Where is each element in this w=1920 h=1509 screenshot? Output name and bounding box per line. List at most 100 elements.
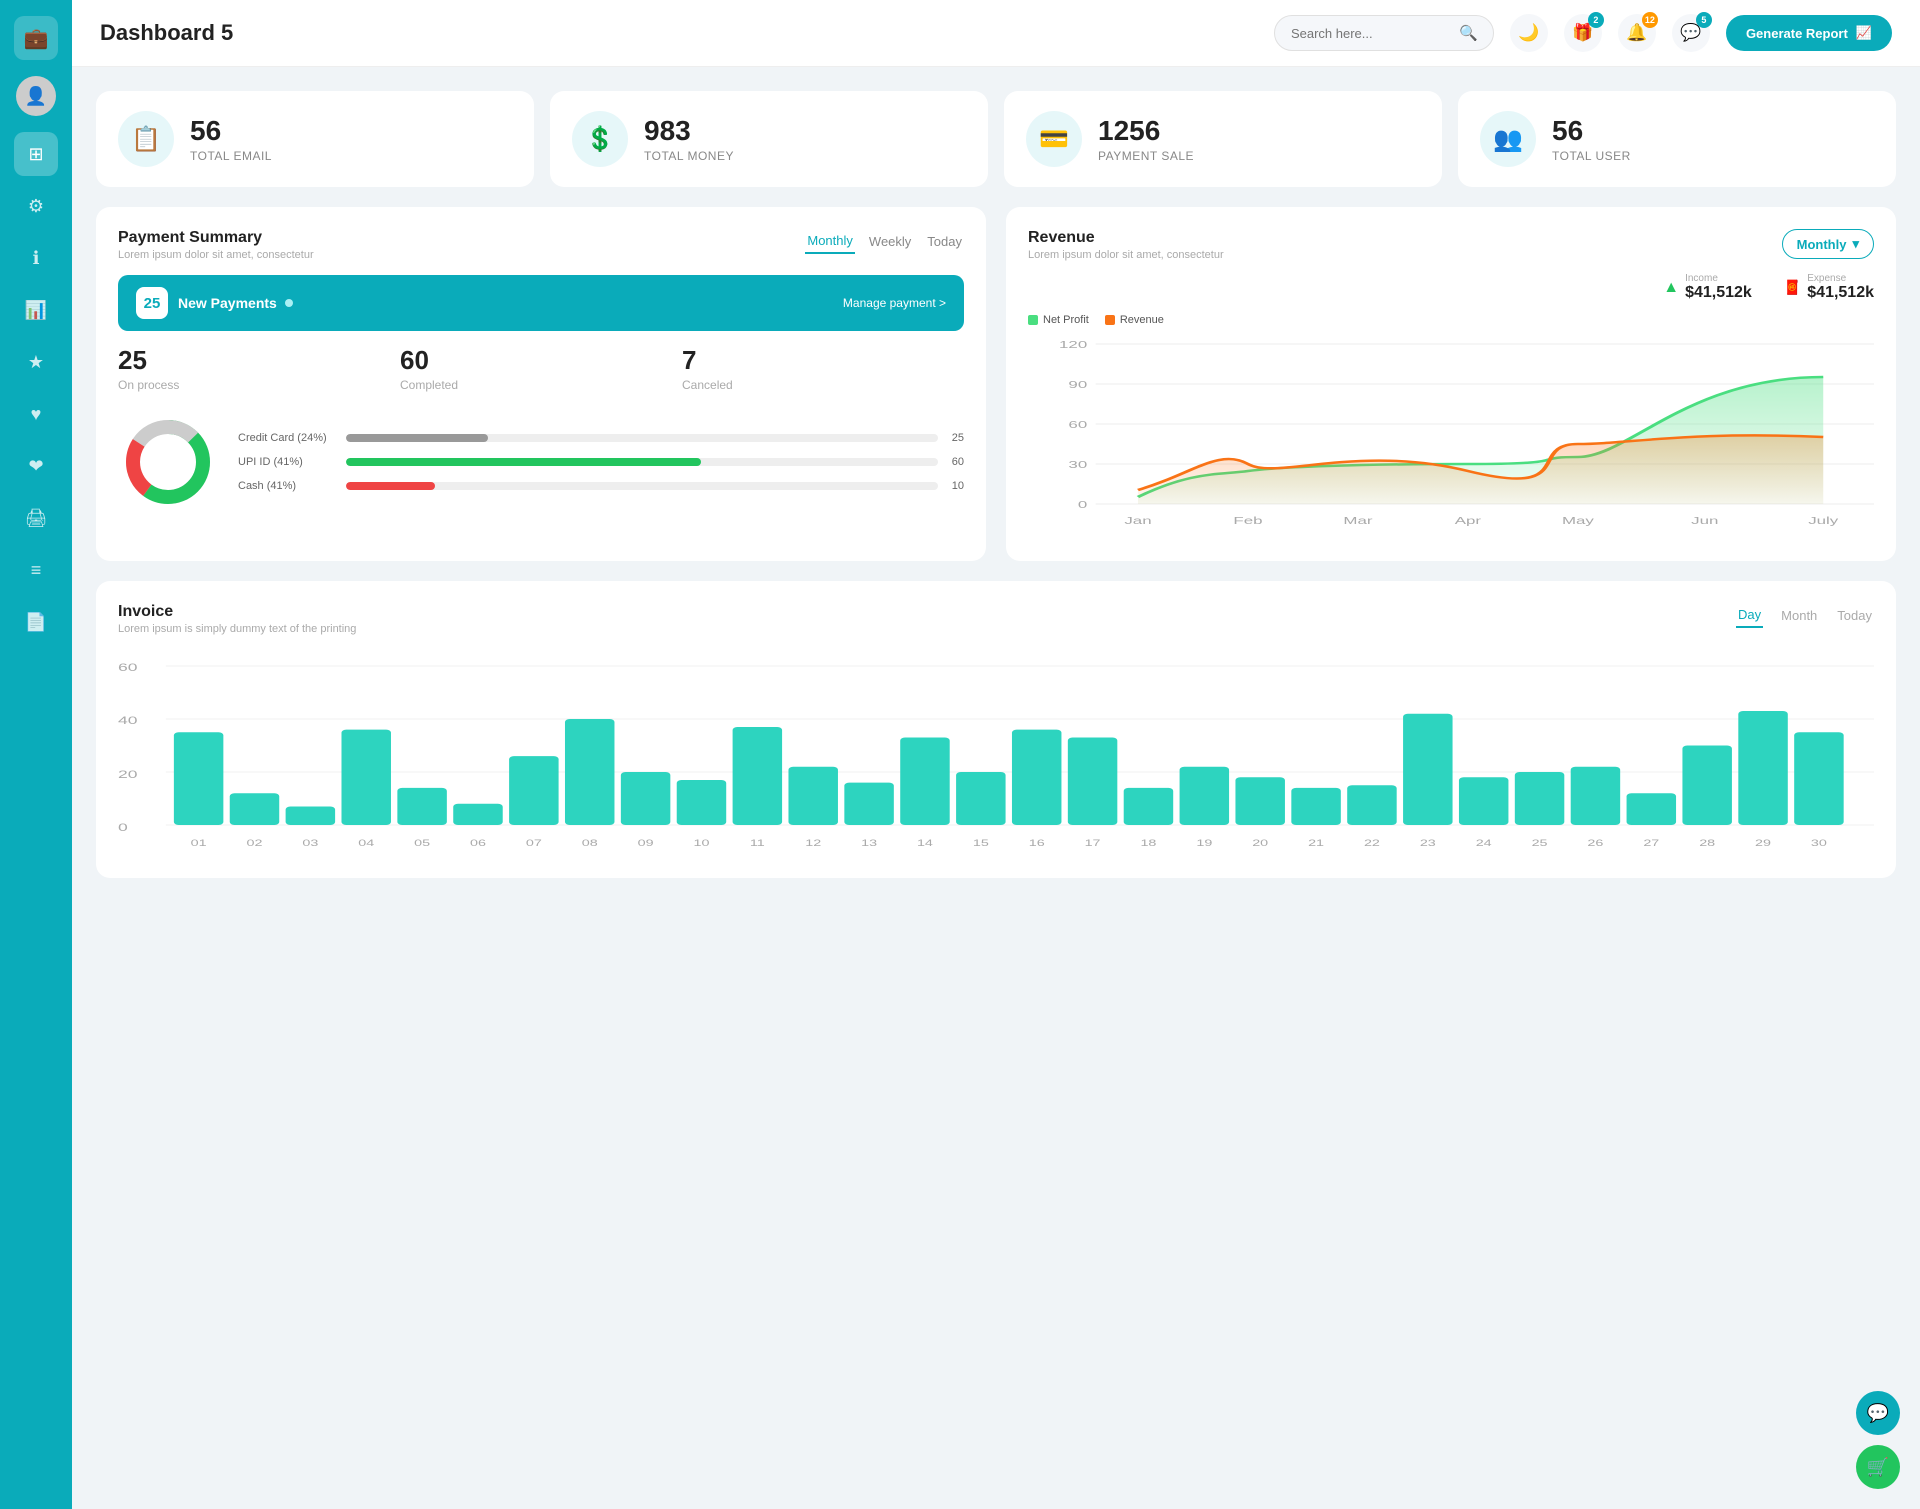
income-value: $41,512k (1685, 284, 1752, 302)
user-label: TOTAL USER (1552, 149, 1631, 163)
generate-report-button[interactable]: Generate Report 📈 (1726, 15, 1892, 51)
invoice-bar (1571, 767, 1620, 825)
revenue-chart-svg: 120 90 60 30 0 Jan Feb Mar Apr May Jun J… (1028, 334, 1874, 534)
support-float-btn[interactable]: 💬 (1856, 1391, 1900, 1435)
email-icon: 📋 (118, 111, 174, 167)
tab-monthly[interactable]: Monthly (805, 229, 855, 254)
legend-dot-revenue (1105, 315, 1115, 325)
sidebar-item-list[interactable]: ≡ (14, 548, 58, 592)
sidebar-item-settings[interactable]: ⚙ (14, 184, 58, 228)
cart-float-btn[interactable]: 🛒 (1856, 1445, 1900, 1489)
invoice-bar (1794, 732, 1843, 825)
invoice-bar (1012, 730, 1061, 825)
svg-text:15: 15 (973, 838, 989, 849)
stat-completed: 60 Completed (400, 345, 682, 392)
invoice-bar (900, 738, 949, 825)
sidebar-item-star[interactable]: ★ (14, 340, 58, 384)
chat-btn[interactable]: 💬 5 (1672, 14, 1710, 52)
revenue-monthly-dropdown[interactable]: Monthly ▾ (1782, 229, 1874, 259)
sidebar: 💼 👤 ⊞ ⚙ ℹ 📊 ★ ♥ ❤ 🖨 ≡ 📄 (0, 0, 72, 1509)
invoice-bar (1459, 777, 1508, 825)
svg-text:0: 0 (118, 822, 128, 834)
upi-val: 60 (946, 456, 964, 468)
invoice-subtitle: Lorem ipsum is simply dummy text of the … (118, 623, 356, 635)
stat-card-email: 📋 56 TOTAL EMAIL (96, 91, 534, 187)
payment-summary-title: Payment Summary (118, 229, 314, 247)
search-input[interactable] (1291, 26, 1451, 41)
svg-text:08: 08 (582, 838, 598, 849)
invoice-tab-month[interactable]: Month (1779, 603, 1819, 628)
svg-text:Feb: Feb (1233, 515, 1262, 527)
tab-weekly[interactable]: Weekly (867, 229, 913, 254)
svg-text:30: 30 (1068, 459, 1087, 471)
sidebar-item-heart[interactable]: ♥ (14, 392, 58, 436)
sidebar-logo: 💼 (14, 16, 58, 60)
manage-payment-link[interactable]: Manage payment > (843, 296, 946, 310)
theme-toggle-btn[interactable]: 🌙 (1510, 14, 1548, 52)
money-label: TOTAL MONEY (644, 149, 734, 163)
user-avatar[interactable]: 👤 (16, 76, 56, 116)
svg-text:27: 27 (1643, 838, 1659, 849)
cash-val: 10 (946, 480, 964, 492)
sidebar-item-print[interactable]: 🖨 (14, 496, 58, 540)
canceled-value: 7 (682, 345, 964, 376)
bell-btn[interactable]: 🔔 12 (1618, 14, 1656, 52)
invoice-chart-svg: 60 40 20 0 01020304050607080910111213141… (118, 651, 1874, 851)
invoice-bar (1068, 738, 1117, 825)
invoice-bar (677, 780, 726, 825)
cash-track (346, 482, 938, 490)
svg-text:Apr: Apr (1455, 515, 1482, 527)
bar-upi: UPI ID (41%) 60 (238, 456, 964, 468)
revenue-card: Revenue Lorem ipsum dolor sit amet, cons… (1006, 207, 1896, 561)
invoice-tab-day[interactable]: Day (1736, 603, 1763, 628)
revenue-subtitle: Lorem ipsum dolor sit amet, consectetur (1028, 249, 1224, 261)
sidebar-item-chart[interactable]: 📊 (14, 288, 58, 332)
income-icon: ▲ (1663, 279, 1679, 297)
svg-text:60: 60 (1068, 419, 1087, 431)
svg-text:May: May (1562, 515, 1594, 527)
upi-track (346, 458, 938, 466)
bell-badge: 12 (1642, 12, 1658, 28)
credit-track (346, 434, 938, 442)
sidebar-item-info[interactable]: ℹ (14, 236, 58, 280)
svg-text:30: 30 (1811, 838, 1827, 849)
invoice-tabs: Day Month Today (1736, 603, 1874, 628)
svg-text:26: 26 (1587, 838, 1603, 849)
svg-text:07: 07 (526, 838, 542, 849)
invoice-title: Invoice (118, 603, 356, 621)
cash-label: Cash (41%) (238, 480, 338, 492)
svg-text:12: 12 (805, 838, 821, 849)
sidebar-item-docs[interactable]: 📄 (14, 600, 58, 644)
legend-dot-netprofit (1028, 315, 1038, 325)
search-box[interactable]: 🔍 (1274, 15, 1494, 51)
svg-text:25: 25 (1532, 838, 1548, 849)
revenue-title: Revenue (1028, 229, 1224, 247)
svg-text:21: 21 (1308, 838, 1324, 849)
gift-badge: 2 (1588, 12, 1604, 28)
svg-text:09: 09 (638, 838, 654, 849)
invoice-bar (1627, 793, 1676, 825)
tab-today[interactable]: Today (925, 229, 964, 254)
upi-fill (346, 458, 701, 466)
gift-btn[interactable]: 🎁 2 (1564, 14, 1602, 52)
sidebar-item-dashboard[interactable]: ⊞ (14, 132, 58, 176)
invoice-bar (1403, 714, 1452, 825)
on-process-label: On process (118, 378, 400, 392)
svg-text:18: 18 (1140, 838, 1156, 849)
invoice-bar-chart-wrap: 60 40 20 0 01020304050607080910111213141… (118, 651, 1874, 856)
bar-credit: Credit Card (24%) 25 (238, 432, 964, 444)
invoice-bar (1291, 788, 1340, 825)
chevron-down-icon: ▾ (1852, 236, 1859, 252)
svg-text:0: 0 (1078, 499, 1088, 511)
money-value: 983 (644, 115, 734, 147)
expense-icon: 🧧 (1784, 279, 1801, 296)
svg-text:29: 29 (1755, 838, 1771, 849)
invoice-tab-today[interactable]: Today (1835, 603, 1874, 628)
invoice-bar (733, 727, 782, 825)
invoice-bar (565, 719, 614, 825)
svg-text:13: 13 (861, 838, 877, 849)
svg-text:July: July (1808, 515, 1838, 527)
payment-label: PAYMENT SALE (1098, 149, 1194, 163)
sidebar-item-heart2[interactable]: ❤ (14, 444, 58, 488)
stat-canceled: 7 Canceled (682, 345, 964, 392)
